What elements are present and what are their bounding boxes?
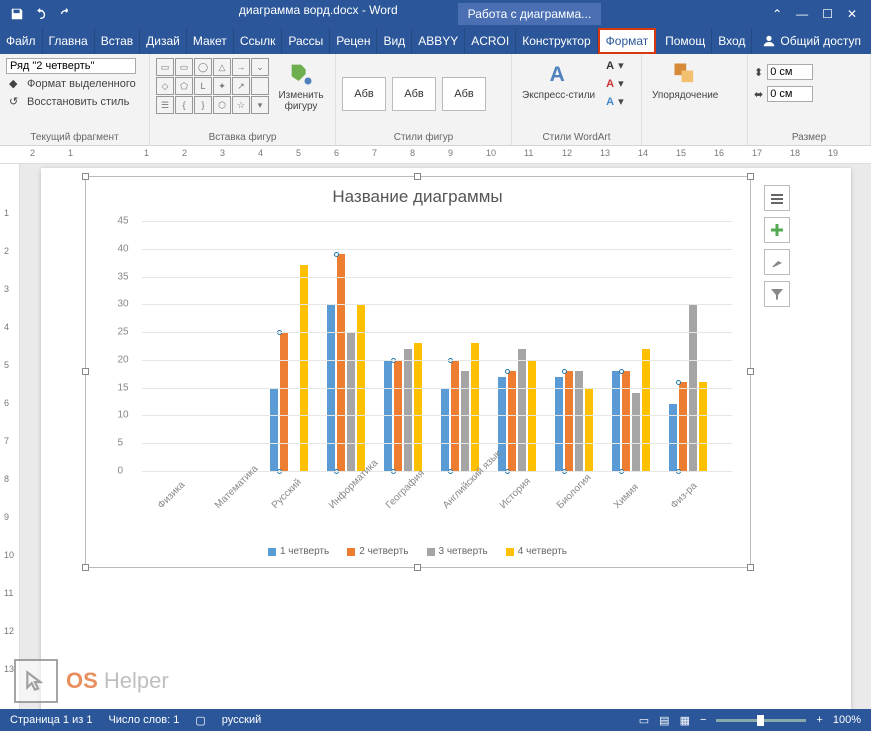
zoom-in-icon[interactable]: + — [816, 714, 822, 726]
view-web-icon[interactable]: ▦ — [680, 714, 690, 727]
chart-plot-area[interactable]: 051015202530354045ФизикаМатематикаРусски… — [142, 221, 732, 471]
format-selection-button[interactable]: ◆Формат выделенного — [6, 76, 139, 92]
tab-помощ[interactable]: Помощ — [659, 28, 712, 54]
ribbon-group-insert-shapes: ▭▭◯△→⌄ ◇⬠L✦↗ ☰{}⬡☆▾ Изменить фигуру Вста… — [150, 54, 336, 145]
text-effects-button[interactable]: A▾ — [603, 94, 626, 109]
tab-abbyy[interactable]: ABBYY — [412, 28, 465, 54]
tab-файл[interactable]: Файл — [0, 28, 43, 54]
undo-icon[interactable] — [32, 5, 50, 23]
tab-ссылк[interactable]: Ссылк — [234, 28, 283, 54]
watermark-logo: OS Helper — [14, 659, 169, 703]
chart-filter-icon[interactable] — [764, 281, 790, 307]
zoom-level[interactable]: 100% — [833, 714, 861, 726]
ribbon-options-icon[interactable]: ⌃ — [772, 7, 782, 21]
arrange-button[interactable]: Упорядочение — [648, 58, 722, 103]
text-outline-button[interactable]: A▾ — [603, 76, 626, 91]
share-button[interactable]: Общий доступ — [752, 28, 871, 54]
zoom-slider[interactable] — [716, 719, 806, 722]
close-icon[interactable]: ✕ — [847, 7, 857, 21]
titlebar: диаграмма ворд.docx - Word Работа с диаг… — [0, 0, 871, 28]
ribbon: ◆Формат выделенного ↺Восстановить стиль … — [0, 54, 871, 146]
save-icon[interactable] — [8, 5, 26, 23]
height-input[interactable] — [767, 64, 813, 80]
tab-дизай[interactable]: Дизай — [140, 28, 187, 54]
chart-layout-options-icon[interactable] — [764, 185, 790, 211]
chart-tools-title: Работа с диаграмма... — [458, 3, 602, 25]
view-print-icon[interactable]: ▤ — [659, 714, 669, 727]
chart-title[interactable]: Название диаграммы — [86, 177, 750, 211]
shape-style-3[interactable]: Абв — [442, 77, 486, 111]
shape-gallery[interactable]: ▭▭◯△→⌄ ◇⬠L✦↗ ☰{}⬡☆▾ — [156, 58, 269, 114]
ribbon-group-wordart-styles: A Экспресс-стили A▾ A▾ A▾ Стили WordArt — [512, 54, 642, 145]
page[interactable]: Название диаграммы 051015202530354045Физ… — [41, 168, 851, 713]
tab-главна[interactable]: Главна — [43, 28, 95, 54]
tab-формат[interactable]: Формат — [598, 28, 657, 54]
tab-встав[interactable]: Встав — [95, 28, 140, 54]
maximize-icon[interactable]: ☐ — [822, 7, 833, 21]
tab-конструктор[interactable]: Конструктор — [516, 28, 597, 54]
document-title: диаграмма ворд.docx - Word — [239, 3, 398, 25]
selection-dropdown[interactable] — [6, 58, 136, 74]
reset-style-button[interactable]: ↺Восстановить стиль — [6, 94, 132, 110]
status-word-count[interactable]: Число слов: 1 — [108, 714, 179, 726]
zoom-out-icon[interactable]: − — [700, 714, 706, 726]
chart-object[interactable]: Название диаграммы 051015202530354045Физ… — [85, 176, 751, 568]
wordart-quick-styles-button[interactable]: A Экспресс-стили — [518, 58, 599, 103]
horizontal-ruler[interactable]: 2112345678910111213141516171819 — [0, 146, 871, 164]
status-language[interactable]: русский — [222, 714, 261, 726]
tab-acroi[interactable]: ACROI — [465, 28, 516, 54]
document-area: 12345678910111213 Название диаграммы 051… — [0, 164, 871, 709]
status-page[interactable]: Страница 1 из 1 — [10, 714, 92, 726]
ribbon-group-arrange: Упорядочение — [642, 54, 748, 145]
shape-style-2[interactable]: Абв — [392, 77, 436, 111]
width-icon: ⬌ — [754, 88, 763, 101]
share-label: Общий доступ — [780, 34, 861, 48]
redo-icon[interactable] — [56, 5, 74, 23]
chart-elements-icon[interactable] — [764, 217, 790, 243]
ribbon-group-size: ⬍ ⬌ Размер — [748, 54, 871, 145]
vertical-ruler[interactable]: 12345678910111213 — [0, 164, 20, 709]
chart-styles-icon[interactable] — [764, 249, 790, 275]
text-fill-button[interactable]: A▾ — [603, 58, 626, 73]
chart-legend[interactable]: 1 четверть2 четверть3 четверть4 четверть — [86, 546, 750, 557]
tab-рассы[interactable]: Рассы — [282, 28, 330, 54]
svg-text:A: A — [549, 63, 564, 86]
minimize-icon[interactable]: — — [796, 7, 808, 21]
statusbar: Страница 1 из 1 Число слов: 1 ▢ русский … — [0, 709, 871, 731]
height-icon: ⬍ — [754, 66, 763, 79]
ribbon-group-current-selection: ◆Формат выделенного ↺Восстановить стиль … — [0, 54, 150, 145]
tab-вид[interactable]: Вид — [377, 28, 412, 54]
tab-макет[interactable]: Макет — [187, 28, 234, 54]
ribbon-tabs: ФайлГлавнаВставДизайМакетСсылкРассыРецен… — [0, 28, 871, 54]
tab-вход[interactable]: Вход — [712, 28, 752, 54]
shape-style-1[interactable]: Абв — [342, 77, 386, 111]
tab-рецен[interactable]: Рецен — [330, 28, 377, 54]
ribbon-group-shape-styles: Абв Абв Абв Стили фигур — [336, 54, 512, 145]
status-proof-icon[interactable]: ▢ — [195, 714, 205, 727]
edit-shape-button[interactable]: Изменить фигуру — [273, 58, 329, 114]
width-input[interactable] — [767, 86, 813, 102]
view-read-icon[interactable]: ▭ — [639, 714, 649, 727]
